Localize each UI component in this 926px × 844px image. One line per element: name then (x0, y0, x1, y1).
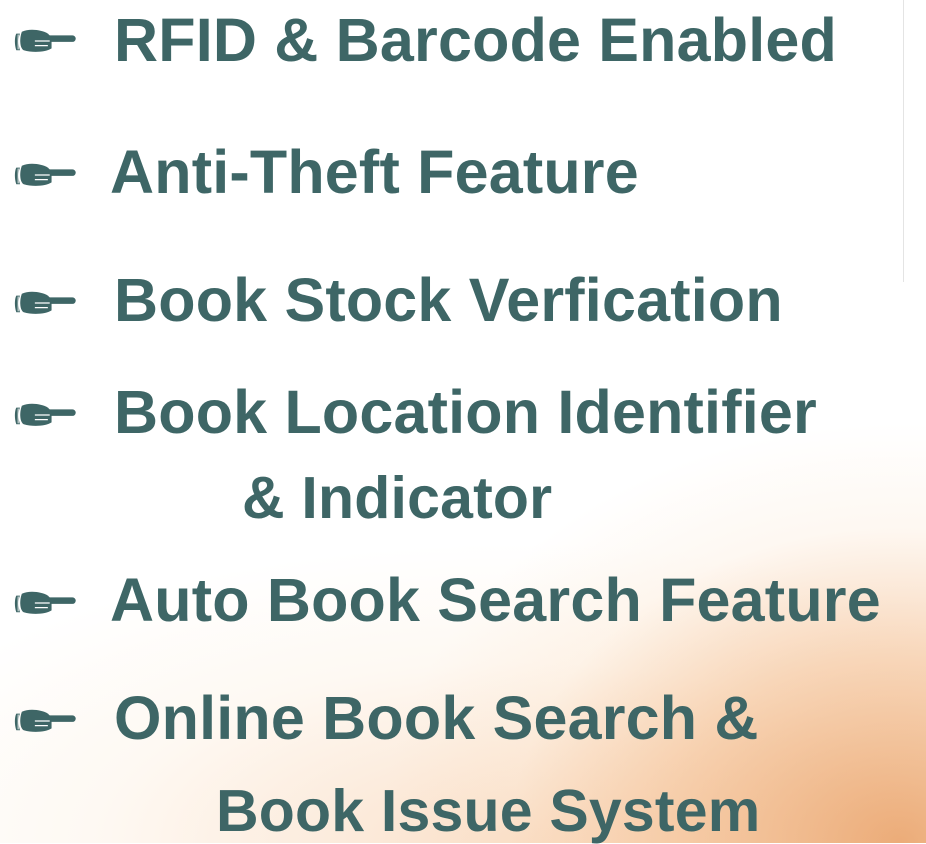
feature-label: Book Stock Verfication (114, 266, 783, 334)
feature-item-online-search: Online Book Search & Book Issue System (0, 0, 926, 841)
feature-label: Book Location Identifier (114, 378, 817, 446)
pointing-hand-icon (14, 591, 77, 615)
feature-label-continued: Book Issue System (216, 778, 761, 844)
pointing-hand-icon (14, 709, 77, 733)
feature-label-continued: & Indicator (242, 465, 553, 531)
feature-label: Auto Book Search Feature (110, 566, 881, 634)
pointing-hand-icon (14, 403, 77, 427)
pointing-hand-icon (14, 291, 77, 315)
feature-label: Online Book Search & (114, 684, 759, 752)
